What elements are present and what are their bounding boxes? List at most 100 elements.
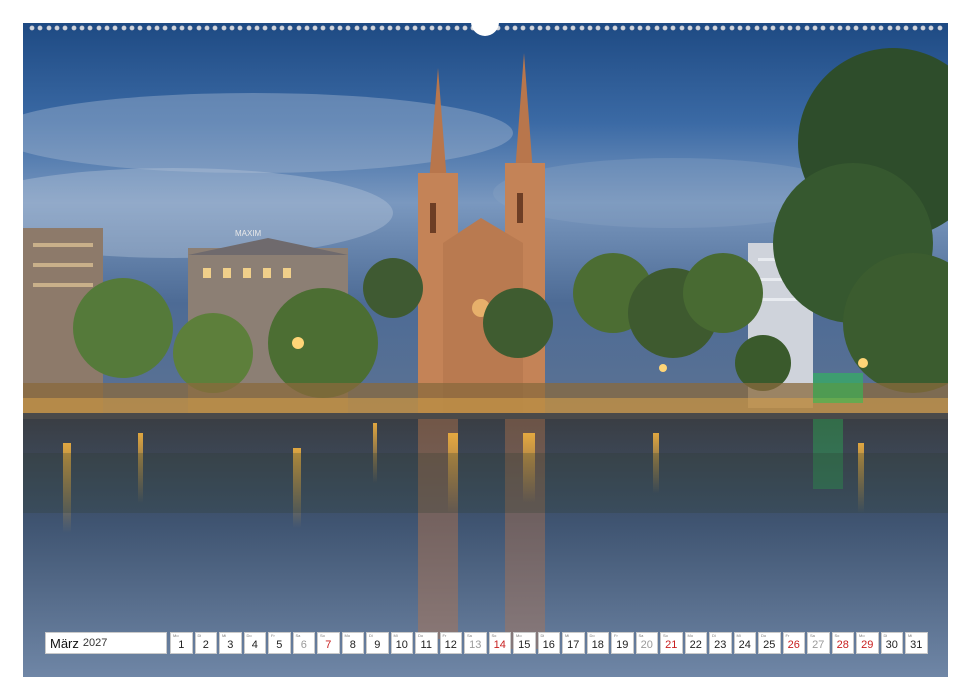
day-cell: Di 30 xyxy=(880,632,903,654)
day-cell: Do 11 xyxy=(415,632,438,654)
binding-hole xyxy=(696,26,701,30)
binding-hole xyxy=(837,26,842,30)
binding-hole xyxy=(379,26,384,30)
day-cell: Sa 20 xyxy=(635,632,658,654)
binding-hole xyxy=(862,26,867,30)
day-cell: So 28 xyxy=(831,632,854,654)
day-cell: Mo 29 xyxy=(856,632,879,654)
weekday-abbrev: Sa xyxy=(638,633,644,638)
binding-hole xyxy=(321,26,326,30)
day-cell: Do 18 xyxy=(586,632,609,654)
binding-hole xyxy=(513,26,518,30)
binding-hole xyxy=(63,26,68,30)
binding-hole xyxy=(363,26,368,30)
binding-hole xyxy=(279,26,284,30)
binding-hole xyxy=(629,26,634,30)
binding-hole xyxy=(637,26,642,30)
binding-hole xyxy=(887,26,892,30)
binding-hole xyxy=(246,26,251,30)
day-number: 5 xyxy=(276,639,283,651)
binding-hole xyxy=(371,26,376,30)
binding-hole xyxy=(612,26,617,30)
day-cell: Mi 10 xyxy=(390,632,413,654)
binding-hole xyxy=(171,26,176,30)
day-number: 22 xyxy=(689,639,702,651)
binding-hole xyxy=(771,26,776,30)
month-name: März xyxy=(50,635,79,651)
binding-hole xyxy=(263,26,268,30)
binding-hole xyxy=(88,26,93,30)
day-cell: So 7 xyxy=(317,632,340,654)
day-cell: Sa 13 xyxy=(464,632,487,654)
day-cell: Mo 22 xyxy=(684,632,707,654)
weekday-abbrev: Mo xyxy=(344,633,351,638)
binding-hole xyxy=(338,26,343,30)
weekday-abbrev: Di xyxy=(883,633,888,638)
weekday-abbrev: Fr xyxy=(614,633,618,638)
day-cell: Di 9 xyxy=(366,632,389,654)
binding-hole xyxy=(563,26,567,30)
binding-hole xyxy=(304,26,309,30)
month-year: 2027 xyxy=(82,637,108,649)
binding-hole xyxy=(538,26,543,30)
binding-hole xyxy=(30,26,34,30)
binding-hole xyxy=(529,26,534,30)
binding-hole xyxy=(388,26,393,30)
binding-hole xyxy=(754,26,759,30)
binding-hole xyxy=(429,26,434,30)
binding-hole xyxy=(812,26,817,30)
day-number: 12 xyxy=(444,639,457,651)
weekday-abbrev: Di xyxy=(369,633,373,638)
binding-hole xyxy=(438,26,443,30)
day-cell: Fr 12 xyxy=(439,632,462,654)
binding-hole xyxy=(846,26,851,30)
binding-hole xyxy=(746,26,751,30)
day-number: 9 xyxy=(374,639,381,651)
binding-hole xyxy=(871,26,876,30)
weekday-abbrev: Sa xyxy=(467,633,472,638)
binding-hole xyxy=(712,26,717,30)
binding-hole xyxy=(104,26,109,30)
binding-hole xyxy=(546,26,551,30)
binding-hole xyxy=(163,26,168,30)
day-number: 30 xyxy=(885,639,898,651)
weekday-abbrev: Mi xyxy=(908,633,913,638)
binding-hole xyxy=(804,26,809,30)
binding-hole xyxy=(679,26,684,30)
binding-hole xyxy=(929,26,934,30)
weekday-abbrev: Do xyxy=(418,633,424,638)
month-label: März 2027 xyxy=(45,632,167,654)
binding-hole xyxy=(687,26,692,30)
weekday-abbrev: Fr xyxy=(785,633,790,638)
binding-hole xyxy=(787,26,792,30)
weekday-abbrev: So xyxy=(320,633,325,638)
photo-illustration: MAXIM xyxy=(23,23,948,677)
day-cell: So 21 xyxy=(660,632,683,654)
day-number: 2 xyxy=(202,639,209,651)
binding-hole xyxy=(146,26,151,30)
day-cell: Fr 19 xyxy=(611,632,634,654)
binding-hole xyxy=(904,26,909,30)
day-number: 26 xyxy=(787,639,800,651)
binding-hole xyxy=(821,26,826,30)
day-cell: So 14 xyxy=(488,632,511,654)
weekday-abbrev: Di xyxy=(712,633,716,638)
binding-hole xyxy=(521,26,526,30)
day-number: 6 xyxy=(300,639,307,651)
binding-hole xyxy=(737,26,742,30)
binding-hole xyxy=(346,26,351,30)
binding-hole xyxy=(579,26,584,30)
day-cell: Fr 5 xyxy=(268,632,291,654)
day-cell: Di 2 xyxy=(194,632,217,654)
day-number: 25 xyxy=(763,639,776,651)
hotel-sign: MAXIM xyxy=(235,229,262,238)
binding-hole xyxy=(937,26,942,30)
binding-hole xyxy=(604,26,609,30)
binding-hole xyxy=(463,26,468,30)
weekday-abbrev: Sa xyxy=(810,633,815,638)
binding-hole xyxy=(329,26,334,30)
binding-hole xyxy=(829,26,834,30)
weekday-abbrev: So xyxy=(834,633,840,638)
weekday-abbrev: Mo xyxy=(173,633,179,638)
day-number: 27 xyxy=(812,639,825,651)
